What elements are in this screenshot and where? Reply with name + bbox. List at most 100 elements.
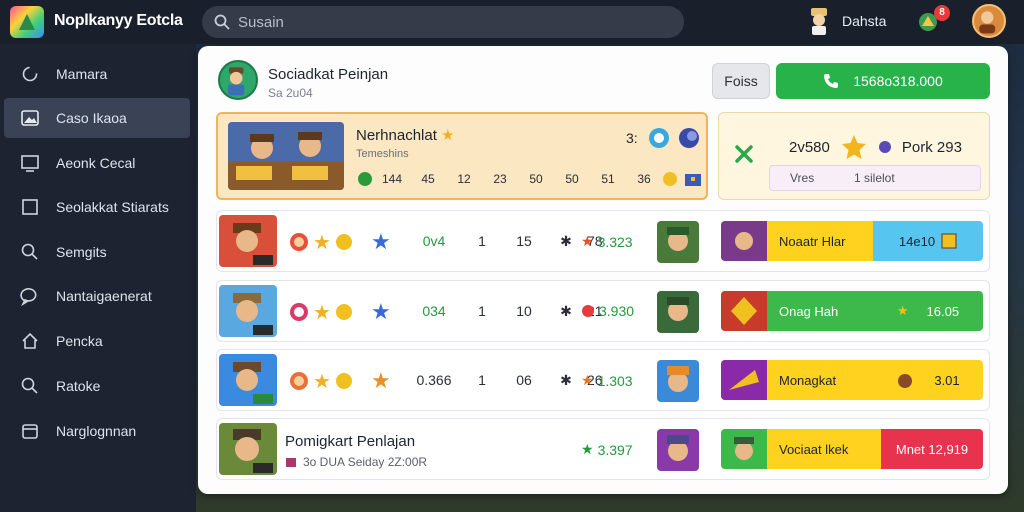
- profile-character-icon[interactable]: [806, 6, 832, 36]
- star-icon: ★: [581, 441, 594, 457]
- stat-value: 1: [478, 372, 486, 388]
- summary-pill[interactable]: Vres 1 silelot: [769, 165, 981, 191]
- row-score: 3.930: [581, 303, 634, 319]
- sidebar-item-aeonk-cecal[interactable]: Aeonk Cecal: [4, 143, 190, 183]
- star-icon: ★: [441, 127, 455, 144]
- action-label-box[interactable]: Onag Hah: [721, 291, 873, 331]
- header-avatar: [218, 60, 258, 100]
- row-icons: ★ ★: [289, 299, 391, 325]
- summary-card[interactable]: 2v580 Pork 293 Vres 1 silelot: [718, 112, 990, 200]
- star-icon: ★: [313, 370, 331, 393]
- player-thumbnail: [219, 354, 277, 406]
- action-bar[interactable]: Monagkat 3.01: [721, 360, 983, 400]
- action-value-box[interactable]: Mnet 12,919: [881, 429, 983, 469]
- sidebar-item-narglognnan[interactable]: Narglognnan: [4, 411, 190, 451]
- score-value: 1.303: [597, 372, 633, 389]
- search-bar[interactable]: [202, 6, 684, 38]
- action-label: Noaatr Hlar: [779, 233, 846, 249]
- action-bar[interactable]: Noaatr Hlar 14e10: [721, 221, 983, 261]
- player-row[interactable]: ★ ★ 034 1 10 ✱ 21 3.930 Onag Hah ★ 16.05: [216, 280, 990, 342]
- action-label-box[interactable]: Vociaat lkek: [721, 429, 881, 469]
- featured-stats: 144 45 12 23 50 50 51 36: [356, 170, 702, 188]
- notification-badge: 8: [934, 5, 950, 21]
- player-row[interactable]: Pomigkart Penlajan 3o DUA Seiday 2Z:00R …: [216, 418, 990, 480]
- player-thumbnail: [219, 215, 277, 267]
- star-icon: ★: [370, 229, 391, 254]
- main-panel: Sociadkat Peinjan Sa 2u04 Foiss 1568o318…: [198, 46, 1008, 494]
- last-row-date: 3o DUA Seiday 2Z:00R: [303, 455, 428, 469]
- sidebar-item-ratoke[interactable]: Ratoke: [4, 366, 190, 406]
- action-value-box[interactable]: ★ 16.05: [873, 291, 983, 331]
- score-value: 3.323: [597, 233, 633, 250]
- action-bar[interactable]: Vociaat lkek Mnet 12,919: [721, 429, 983, 469]
- featured-game-thumbnail: [228, 122, 344, 190]
- sidebar-item-nantaigaenerat[interactable]: Nantaigaenerat: [4, 276, 190, 316]
- action-value: 3.01: [934, 372, 960, 388]
- sidebar-item-caso-ikaoa[interactable]: Caso Ikaoa: [4, 98, 190, 138]
- calendar-icon: [286, 458, 296, 467]
- sidebar: Mamara Caso Ikaoa Aeonk Cecal Seolakkat …: [0, 44, 196, 512]
- call-button[interactable]: 1568o318.000: [776, 63, 990, 99]
- top-bar: Noplkanyy Eotcla Dahsta 8: [0, 0, 1024, 44]
- sidebar-item-pencka[interactable]: Pencka: [4, 321, 190, 361]
- summary-label: Pork 293: [901, 138, 962, 156]
- action-label: Onag Hah: [779, 303, 839, 319]
- stat-value: 50: [565, 172, 579, 186]
- horn-icon: [721, 360, 767, 400]
- action-bar[interactable]: Onag Hah ★ 16.05: [721, 291, 983, 331]
- star-icon: ★: [581, 233, 594, 249]
- star-icon: ★: [370, 368, 391, 393]
- stat-value: 51: [601, 172, 615, 186]
- featured-card[interactable]: Nerhnachlat ★ Temeshins 144 45 12 23 50 …: [216, 112, 708, 200]
- stat-value: 0v4: [422, 233, 446, 249]
- action-label-box[interactable]: Noaatr Hlar: [721, 221, 873, 261]
- character-icon: [721, 429, 767, 469]
- player-row[interactable]: ★ ★ 0v4 1 15 ✱ 78 ★ 3.323 Noaatr Hlar 14…: [216, 210, 990, 272]
- app-logo[interactable]: [10, 6, 44, 38]
- stat-value: 15: [516, 233, 532, 249]
- gem-icon: [358, 172, 372, 186]
- chest-icon: [685, 174, 701, 186]
- sidebar-item-mamara[interactable]: Mamara: [4, 54, 190, 94]
- stat-value: 45: [421, 172, 435, 186]
- sidebar-item-semgits[interactable]: Semgits: [4, 232, 190, 272]
- coin-icon: [335, 234, 352, 250]
- search-icon: [21, 377, 38, 394]
- user-avatar[interactable]: [972, 4, 1006, 38]
- sidebar-item-label: Caso Ikaoa: [56, 110, 127, 126]
- stat-value: 1: [478, 233, 486, 249]
- stat-value: 10: [516, 303, 532, 319]
- featured-title: Nerhnachlat ★: [356, 127, 455, 144]
- action-value-box[interactable]: 3.01: [873, 360, 983, 400]
- page-title: Sociadkat Peinjan: [268, 66, 389, 83]
- star-icon: ★: [581, 372, 594, 388]
- player-avatar: [657, 360, 699, 402]
- globe-icon[interactable]: [648, 127, 670, 149]
- player-row[interactable]: ★ ★ 0.366 1 06 ✱ 26 ★ 1.303 Monagkat 3.0…: [216, 349, 990, 411]
- sidebar-item-label: Mamara: [56, 66, 108, 82]
- foiss-button[interactable]: Foiss: [712, 63, 770, 99]
- sidebar-item-label: Nantaigaenerat: [56, 288, 152, 304]
- player-thumbnail: [219, 285, 277, 337]
- star-icon: ★: [370, 299, 391, 324]
- home-icon: [22, 332, 38, 349]
- target-icon: [290, 233, 308, 251]
- search-icon: [214, 14, 230, 30]
- stat-value: 06: [516, 372, 532, 388]
- search-input[interactable]: [238, 13, 638, 31]
- action-value-box[interactable]: 14e10: [873, 221, 983, 261]
- user-label: Dahsta: [842, 13, 887, 29]
- star-icon: ★: [313, 231, 331, 254]
- player-thumbnail: [219, 423, 277, 475]
- crate-icon: [941, 233, 957, 249]
- app-title: Noplkanyy Eotcla: [54, 12, 183, 29]
- close-icon[interactable]: [733, 143, 755, 165]
- sidebar-item-seolakkat-stiarats[interactable]: Seolakkat Stiarats: [4, 187, 190, 227]
- coin-icon: [878, 141, 891, 153]
- calendar-icon: [22, 424, 38, 439]
- featured-badges: [648, 127, 700, 149]
- moon-icon[interactable]: [678, 127, 700, 149]
- action-label-box[interactable]: Monagkat: [721, 360, 873, 400]
- pill-right: 1 silelot: [854, 171, 895, 185]
- stat-value: 36: [637, 172, 651, 186]
